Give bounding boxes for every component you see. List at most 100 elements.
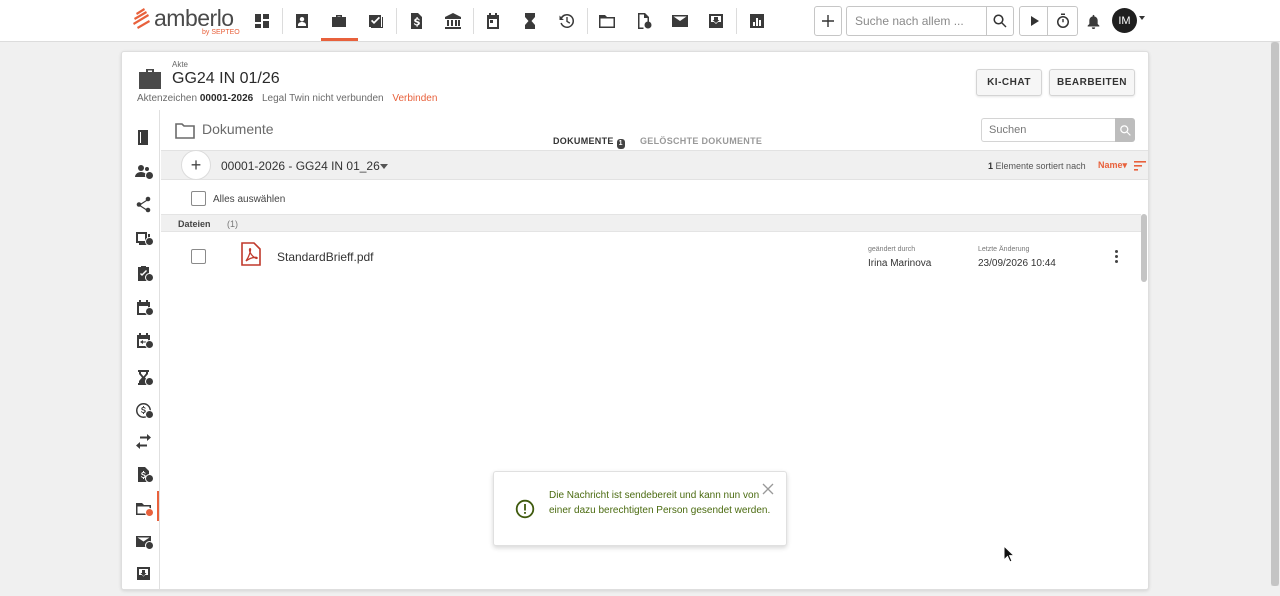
briefcase-header-icon: [138, 68, 162, 89]
aktenzeichen-value: 00001-2026: [199, 93, 254, 104]
avatar-dropdown-caret-icon[interactable]: [1139, 16, 1145, 20]
global-search-button[interactable]: [986, 6, 1014, 36]
search-icon: [993, 14, 1007, 28]
active-nav-indicator: [321, 38, 358, 41]
logo-subtitle: by SEPTEO: [202, 29, 240, 36]
user-avatar[interactable]: IM: [1112, 8, 1137, 33]
briefcase-icon[interactable]: [326, 8, 352, 34]
stopwatch-button[interactable]: [1047, 6, 1078, 36]
list-scrollbar[interactable]: [1141, 214, 1147, 282]
mail-icon[interactable]: [667, 8, 693, 34]
legal-twin-status: Legal Twin nicht verbunden: [262, 93, 384, 104]
edit-button[interactable]: BEARBEITEN: [1049, 69, 1135, 96]
sort-direction-icon[interactable]: [1134, 159, 1146, 171]
file-row[interactable]: StandardBrieff.pdf geändert durch Irina …: [161, 232, 1141, 282]
group-label: Dateien: [178, 219, 211, 229]
aktenzeichen-label: Aktenzeichen: [137, 93, 198, 104]
reports-icon[interactable]: [744, 8, 770, 34]
bank-icon[interactable]: [440, 8, 466, 34]
contacts-icon[interactable]: [289, 8, 315, 34]
notebook-icon[interactable]: [132, 126, 154, 148]
matter-type-label: Akte: [172, 60, 189, 69]
global-search-input[interactable]: [846, 6, 986, 36]
page-scrollbar-thumb[interactable]: [1271, 42, 1279, 586]
file-checkbox[interactable]: [191, 249, 206, 264]
documents-search-button[interactable]: [1115, 118, 1135, 142]
tab-documents[interactable]: DOKUMENTE 1: [553, 136, 625, 149]
billing-icon[interactable]: [403, 8, 429, 34]
sort-field-dropdown[interactable]: Name▾: [1098, 160, 1127, 171]
add-document-button[interactable]: +: [181, 150, 211, 180]
hourglass-badge: [145, 377, 154, 386]
plus-icon: [822, 15, 834, 27]
mouse-cursor-icon: [1003, 545, 1015, 563]
nav-separator: [396, 8, 397, 34]
participants-icon[interactable]: [132, 160, 154, 182]
billing-time-badge: [145, 410, 154, 419]
transfer-icon[interactable]: [132, 430, 154, 452]
history-icon[interactable]: [554, 8, 580, 34]
matter-title: GG24 IN 01/26: [172, 70, 280, 87]
mail-badge-icon[interactable]: [132, 530, 154, 552]
sort-field-label: Name: [1098, 160, 1123, 170]
add-new-button[interactable]: [814, 6, 842, 36]
start-timer-button[interactable]: [1019, 6, 1048, 36]
sidebar-active-indicator: [157, 491, 159, 521]
stopwatch-icon: [1056, 13, 1069, 28]
dashboard-icon[interactable]: [249, 8, 275, 34]
tasks-icon[interactable]: [363, 8, 389, 34]
last-change-label: Letzte Änderung: [978, 246, 1030, 253]
share-icon[interactable]: [132, 193, 154, 215]
file-actions-menu-icon[interactable]: [1111, 250, 1121, 268]
billing-time-icon[interactable]: [132, 399, 154, 421]
calendar-icon[interactable]: [480, 8, 506, 34]
folder-path-dropdown[interactable]: 00001-2026 - GG24 IN 01_26: [221, 159, 380, 173]
top-navigation-bar: amberlo by SEPTEO Suche nach allem ... I…: [0, 0, 1280, 42]
close-icon[interactable]: [761, 482, 775, 496]
search-icon: [1119, 124, 1131, 136]
ki-chat-button[interactable]: KI-CHAT: [976, 69, 1042, 96]
page-scrollbar[interactable]: [1271, 42, 1279, 586]
documents-badge: [145, 237, 154, 246]
select-all-checkbox[interactable]: [191, 191, 206, 206]
folder-dropdown-caret-icon[interactable]: [380, 164, 388, 169]
hourglass-badge-icon[interactable]: [132, 366, 154, 388]
documents-search-input[interactable]: [981, 118, 1115, 142]
file-name[interactable]: StandardBrieff.pdf: [277, 250, 374, 264]
notifications-bell-icon[interactable]: [1080, 8, 1106, 34]
folder-icon[interactable]: [594, 8, 620, 34]
tab-deleted-documents[interactable]: GELÖSCHTE DOKUMENTE: [640, 136, 762, 146]
folder-outline-icon: [175, 122, 195, 139]
hourglass-icon[interactable]: [517, 8, 543, 34]
nav-separator: [587, 8, 588, 34]
documents-toolbar: + 00001-2026 - GG24 IN 01_26 1 Elemente …: [161, 150, 1148, 180]
sort-info: 1 Elemente sortiert nach: [988, 161, 1086, 171]
fees-icon[interactable]: [132, 463, 154, 485]
inbox-icon[interactable]: [132, 562, 154, 584]
calendar-badge: [145, 307, 154, 316]
folder-active-icon[interactable]: [132, 497, 154, 519]
tasks-badge-icon[interactable]: [132, 262, 154, 284]
matter-sidebar: [122, 110, 160, 589]
folder-active-badge: [145, 508, 154, 517]
sort-text: Elemente sortiert nach: [995, 161, 1086, 171]
fees-badge: [145, 474, 154, 483]
participants-badge: [145, 171, 154, 180]
changed-by-value: Irina Marinova: [868, 258, 932, 269]
calendar-transfer-icon[interactable]: [132, 329, 154, 351]
mail-badge: [145, 541, 154, 550]
notification-toast: Die Nachricht ist sendebereit und kann n…: [493, 471, 787, 546]
settings-folder-icon[interactable]: [631, 8, 657, 34]
documents-badge-icon[interactable]: [132, 226, 154, 248]
connect-link[interactable]: Verbinden: [392, 93, 437, 104]
nav-separator: [473, 8, 474, 34]
select-all-label: Alles auswählen: [213, 194, 286, 205]
alert-circle-icon: [515, 499, 535, 519]
nav-separator: [282, 8, 283, 34]
documents-title: Dokumente: [202, 121, 274, 137]
calendar-badge-icon[interactable]: [132, 296, 154, 318]
logo-text: amberlo: [154, 5, 234, 31]
amberlo-logo[interactable]: amberlo by SEPTEO: [132, 4, 242, 38]
inbox-icon[interactable]: [703, 8, 729, 34]
play-icon: [1030, 16, 1039, 26]
